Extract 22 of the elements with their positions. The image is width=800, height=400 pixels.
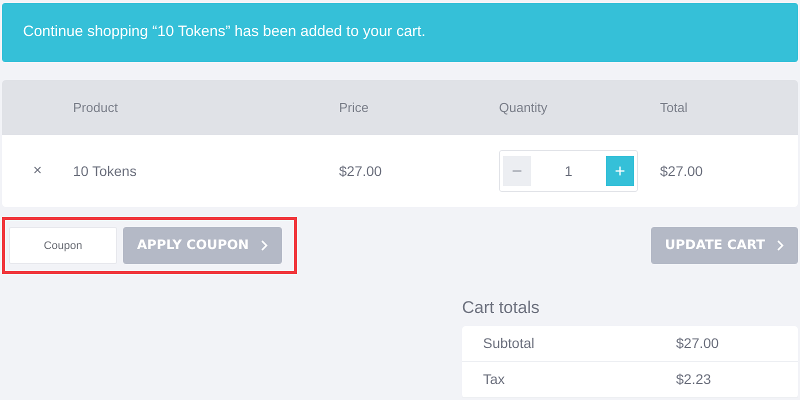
chevron-icon: [260, 240, 268, 251]
notice-text: Continue shopping “10 Tokens” has been added to your cart.: [23, 22, 426, 42]
totals-label: Subtotal: [483, 334, 536, 354]
totals-value: $27.00: [676, 334, 720, 354]
total-text: $27.00: [660, 162, 703, 178]
increase-button[interactable]: +: [606, 156, 634, 186]
apply-coupon-button[interactable]: APPLY COUPON: [123, 227, 282, 264]
price-text: $27.00: [339, 162, 382, 178]
section-title: Cart totals: [462, 298, 540, 318]
remove-link[interactable]: ×: [33, 162, 42, 179]
column-header: Quantity: [499, 98, 548, 117]
coupon-field[interactable]: Coupon: [9, 227, 117, 264]
column-header: Product: [73, 98, 119, 117]
chevron-icon: [777, 240, 784, 251]
update-cart-button[interactable]: UPDATE CART: [650, 227, 798, 264]
quantity-value: 1: [564, 162, 574, 180]
totals-value: $2.23: [676, 370, 712, 390]
totals-label: Tax: [483, 370, 506, 390]
product-name: 10 Tokens: [73, 162, 137, 178]
decrease-button[interactable]: −: [503, 156, 531, 186]
column-header: Total: [660, 98, 688, 117]
column-header: Price: [339, 98, 370, 117]
